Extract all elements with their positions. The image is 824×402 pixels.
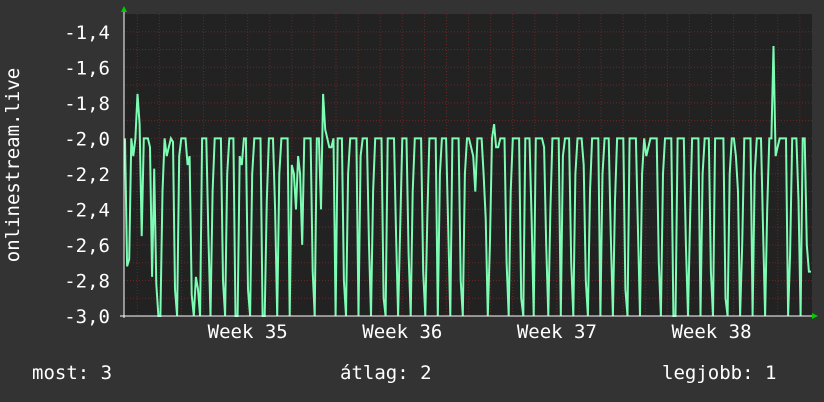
y-tick-label: -2,2 [64, 164, 110, 186]
y-tick-label: -1,4 [64, 22, 110, 44]
x-tick-label: Week 37 [517, 321, 597, 343]
y-axis-arrow [121, 6, 127, 12]
legend-best: legjobb: 1 [662, 362, 777, 384]
y-tick-label: -2,8 [64, 270, 110, 292]
x-axis-arrow [812, 313, 818, 319]
y-tick-label: -2,4 [64, 199, 110, 221]
x-ticks: Week 35 Week 36 Week 37 Week 38 [208, 321, 752, 343]
y-tick-label: -3,0 [64, 306, 110, 328]
y-tick-label: -1,6 [64, 57, 110, 79]
legend-current: most: 3 [32, 362, 113, 384]
y-ticks: -1,4 -1,6 -1,8 -2,0 -2,2 -2,4 -2,6 -2,8 -3,0 [64, 22, 110, 328]
y-tick-label: -2,6 [64, 235, 110, 257]
y-tick-label: -1,8 [64, 93, 110, 115]
chart: -1,4 -1,6 -1,8 -2,0 -2,2 -2,4 -2,6 -2,8 -3,0 Wee… [2, 6, 818, 343]
x-tick-label: Week 35 [208, 321, 288, 343]
x-tick-label: Week 38 [671, 321, 751, 343]
y-tick-label: -2,0 [64, 128, 110, 150]
x-tick-label: Week 36 [362, 321, 442, 343]
y-axis-label: onlinestream.live [2, 68, 24, 262]
legend-average: átlag: 2 [340, 362, 432, 384]
